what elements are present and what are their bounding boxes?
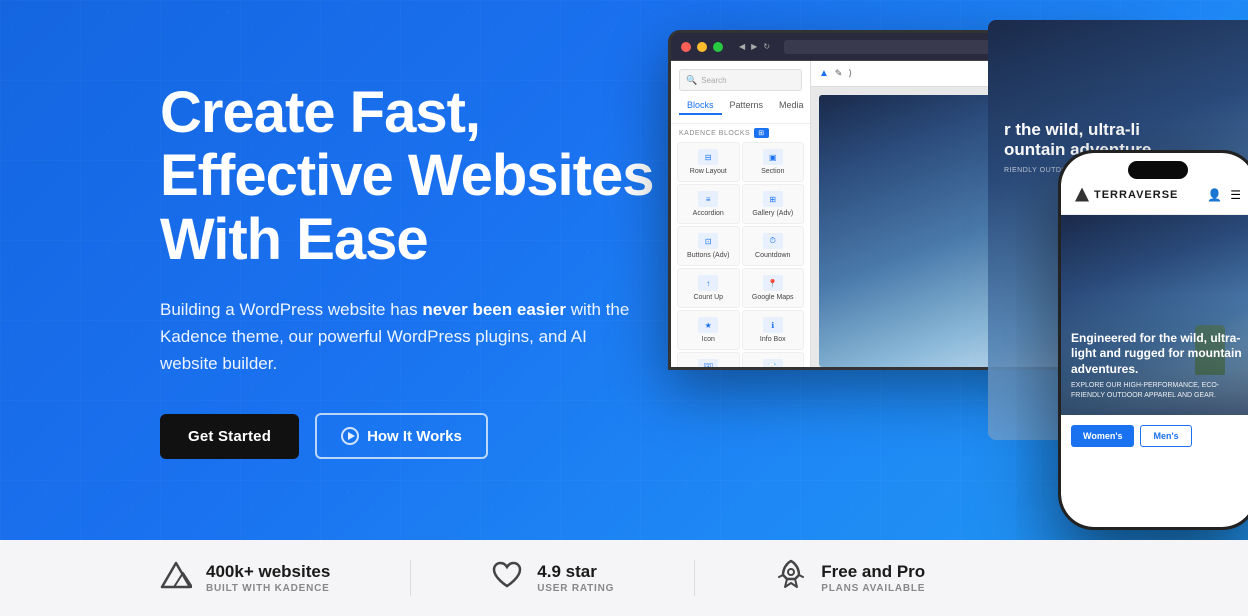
stats-bar: 400k+ websites BUILT WITH KADENCE 4.9 st… (0, 540, 1248, 616)
tab-media[interactable]: Media (771, 97, 811, 115)
minimize-dot (697, 42, 707, 52)
maximize-dot (713, 42, 723, 52)
block-accordion[interactable]: ≡ Accordion (677, 184, 740, 224)
websites-value: 400k+ websites (206, 562, 330, 582)
tab-blocks[interactable]: Blocks (679, 97, 722, 115)
block-gallery[interactable]: ⊞ Gallery (Adv) (742, 184, 805, 224)
editor-tabs: Blocks Patterns Media (679, 97, 802, 115)
block-section[interactable]: ▣ Section (742, 142, 805, 182)
play-icon (341, 427, 359, 445)
phone-cta-buttons: Women's Men's (1061, 415, 1248, 457)
phone-brand: TERRAVERSE (1075, 188, 1178, 202)
block-google-maps[interactable]: 📍 Google Maps (742, 268, 805, 308)
rocket-icon (775, 559, 807, 598)
block-countdown[interactable]: ⏱ Countdown (742, 226, 805, 266)
hero-section: Create Fast, Effective Websites With Eas… (0, 0, 1248, 540)
tab-patterns[interactable]: Patterns (722, 97, 772, 115)
rating-label: USER RATING (537, 583, 614, 594)
heart-icon (491, 559, 523, 598)
phone-hero-image: Engineered for the wild, ultra-light and… (1061, 215, 1248, 415)
stat-websites: 400k+ websites BUILT WITH KADENCE (160, 559, 330, 598)
hero-buttons: Get Started How It Works (160, 413, 653, 459)
stat-divider-1 (410, 560, 411, 596)
phone-nav-icons: 👤 ☰ (1207, 188, 1241, 202)
rating-value: 4.9 star (537, 562, 614, 582)
block-buttons[interactable]: ⊡ Buttons (Adv) (677, 226, 740, 266)
mountain-icon (160, 559, 192, 598)
stat-divider-2 (694, 560, 695, 596)
block-row-layout[interactable]: ⊟ Row Layout (677, 142, 740, 182)
how-it-works-button[interactable]: How It Works (315, 413, 488, 459)
phone-mockup: TERRAVERSE 👤 ☰ Engineered for the wild, … (1058, 150, 1248, 530)
stat-rating: 4.9 star USER RATING (491, 559, 614, 598)
blocks-grid: ⊟ Row Layout ▣ Section ≡ Accordion ⊞ (671, 140, 810, 367)
nav-menu-icon: ☰ (1230, 188, 1241, 202)
block-infobox[interactable]: ℹ Info Box (742, 310, 805, 350)
phone-nav: TERRAVERSE 👤 ☰ (1061, 175, 1248, 215)
plans-value: Free and Pro (821, 562, 925, 582)
websites-label: BUILT WITH KADENCE (206, 583, 330, 594)
block-icon[interactable]: ★ Icon (677, 310, 740, 350)
editor-search-bar[interactable]: 🔍 Search (679, 69, 802, 91)
phone-womens-button[interactable]: Women's (1071, 425, 1134, 447)
hero-content: Create Fast, Effective Websites With Eas… (0, 81, 653, 460)
stat-plans: Free and Pro PLANS AVAILABLE (775, 559, 925, 598)
phone-mens-button[interactable]: Men's (1140, 425, 1191, 447)
mockup-area: r the wild, ultra-li ountain adventure R… (668, 20, 1248, 540)
hero-title: Create Fast, Effective Websites With Eas… (160, 81, 653, 272)
phone-notch (1128, 161, 1188, 179)
kadence-blocks-label: KADENCE BLOCKS ⊞ (671, 124, 810, 140)
close-dot (681, 42, 691, 52)
editor-sidebar: 🔍 Search Blocks Patterns Media KADENCE B… (671, 61, 811, 367)
hero-subtitle: Building a WordPress website has never b… (160, 296, 640, 378)
block-count-up[interactable]: ↑ Count Up (677, 268, 740, 308)
phone-screen: TERRAVERSE 👤 ☰ Engineered for the wild, … (1061, 153, 1248, 527)
plans-label: PLANS AVAILABLE (821, 583, 925, 594)
get-started-button[interactable]: Get Started (160, 414, 299, 459)
phone-hero-text: Engineered for the wild, ultra-light and… (1071, 331, 1245, 401)
brand-icon (1075, 188, 1089, 202)
block-posts[interactable]: 📄 Posts (742, 352, 805, 367)
nav-user-icon: 👤 (1207, 188, 1222, 202)
block-image[interactable]: 🖼 Image (Adv) (677, 352, 740, 367)
